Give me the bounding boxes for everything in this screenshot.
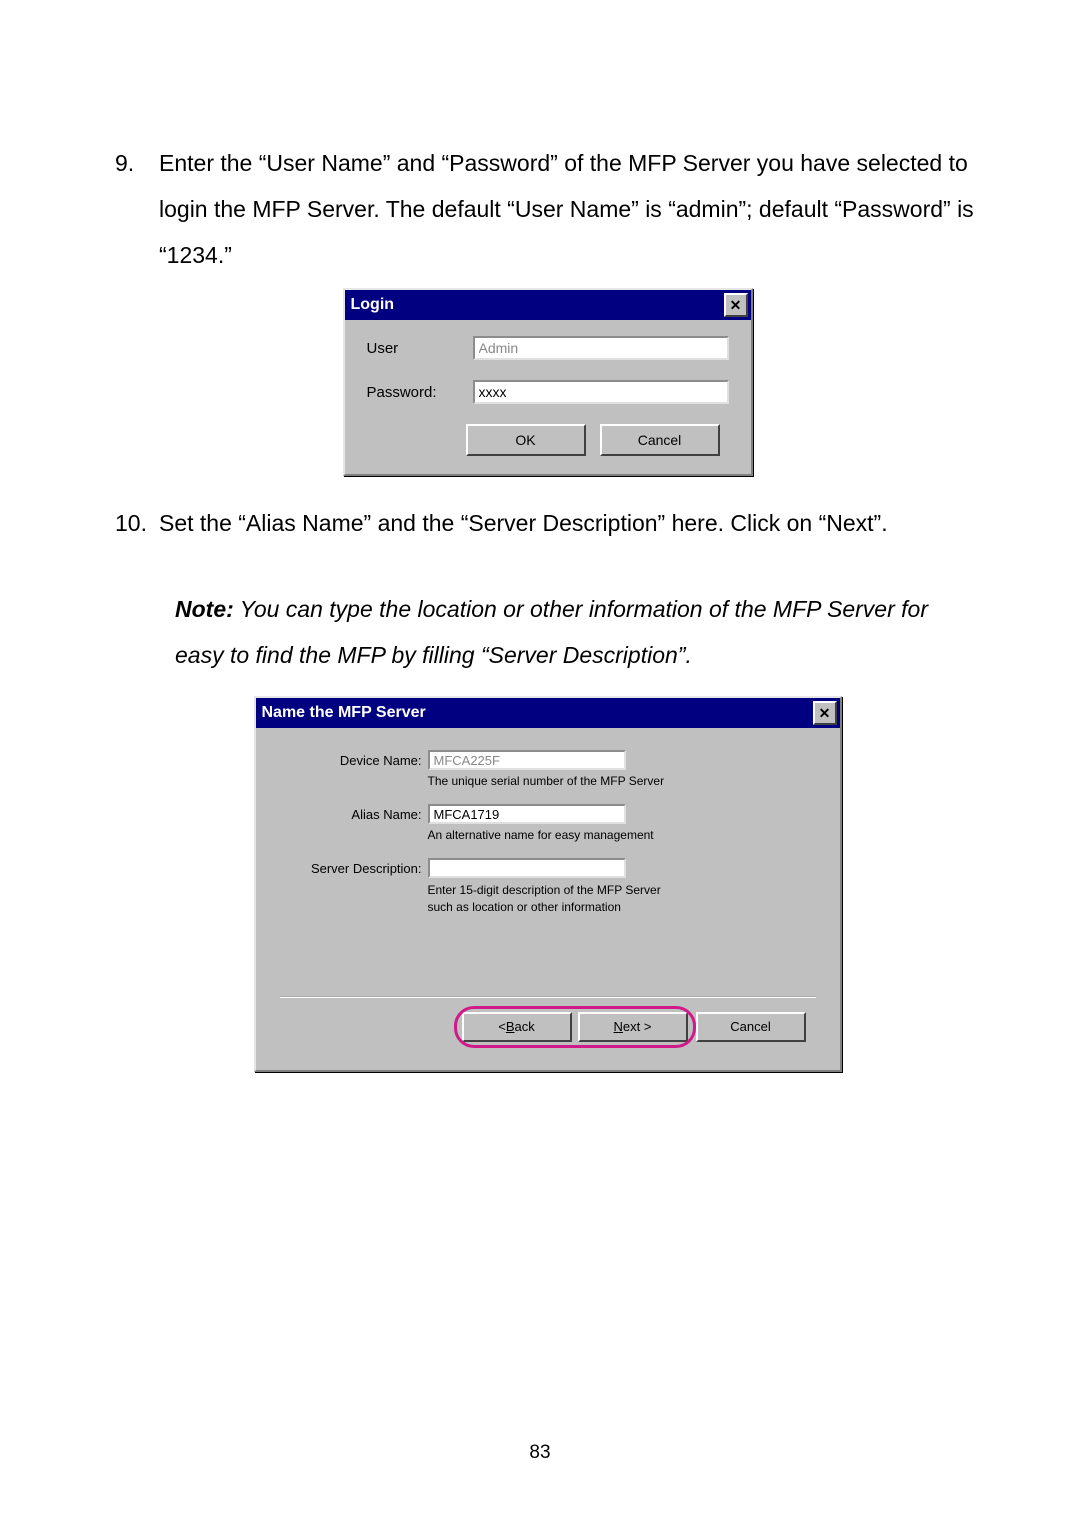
cancel-button[interactable]: Cancel bbox=[600, 424, 720, 456]
user-label: User bbox=[367, 340, 473, 357]
next-button[interactable]: Next > bbox=[578, 1012, 688, 1042]
alias-name-input[interactable] bbox=[428, 804, 626, 824]
login-body: User Password: OK Cancel bbox=[345, 320, 751, 474]
user-input[interactable] bbox=[473, 336, 729, 360]
name-title: Name the MFP Server bbox=[262, 704, 426, 722]
device-name-hint: The unique serial number of the MFP Serv… bbox=[428, 774, 816, 788]
step-text: Enter the “User Name” and “Password” of … bbox=[159, 140, 980, 278]
name-dialog: Name the MFP Server ✕ Device Name: The u… bbox=[254, 696, 842, 1072]
device-name-input bbox=[428, 750, 626, 770]
device-name-label: Device Name: bbox=[280, 753, 428, 768]
back-button[interactable]: < Back bbox=[462, 1012, 572, 1042]
login-dialog: Login ✕ User Password: OK Cancel bbox=[343, 288, 753, 476]
password-input[interactable] bbox=[473, 380, 729, 404]
server-desc-hint-line2: such as location or other information bbox=[428, 900, 621, 914]
server-desc-input[interactable] bbox=[428, 858, 626, 878]
server-desc-hint-line1: Enter 15-digit description of the MFP Se… bbox=[428, 883, 661, 897]
login-title: Login bbox=[351, 296, 395, 314]
server-desc-label: Server Description: bbox=[280, 861, 428, 876]
ok-button[interactable]: OK bbox=[466, 424, 586, 456]
page-number: 83 bbox=[0, 1442, 1080, 1464]
wizard-button-row: < Back Next > Cancel bbox=[280, 996, 816, 1046]
step-number: 9. bbox=[115, 140, 159, 278]
close-icon[interactable]: ✕ bbox=[724, 293, 748, 317]
close-icon[interactable]: ✕ bbox=[813, 701, 837, 725]
alias-name-label: Alias Name: bbox=[280, 807, 428, 822]
server-desc-hint: Enter 15-digit description of the MFP Se… bbox=[428, 882, 816, 916]
step-10: 10. Set the “Alias Name” and the “Server… bbox=[115, 500, 980, 546]
password-label: Password: bbox=[367, 384, 473, 401]
cancel-button[interactable]: Cancel bbox=[696, 1012, 806, 1042]
name-titlebar: Name the MFP Server ✕ bbox=[256, 698, 840, 728]
step-9: 9. Enter the “User Name” and “Password” … bbox=[115, 140, 980, 278]
step-text: Set the “Alias Name” and the “Server Des… bbox=[159, 500, 980, 546]
alias-name-hint: An alternative name for easy management bbox=[428, 828, 816, 842]
note-text: You can type the location or other infor… bbox=[175, 596, 928, 668]
note-label: Note: bbox=[175, 596, 234, 622]
note-block: Note: You can type the location or other… bbox=[175, 586, 980, 678]
login-titlebar: Login ✕ bbox=[345, 290, 751, 320]
name-body: Device Name: The unique serial number of… bbox=[256, 728, 840, 1070]
step-number: 10. bbox=[115, 500, 159, 546]
